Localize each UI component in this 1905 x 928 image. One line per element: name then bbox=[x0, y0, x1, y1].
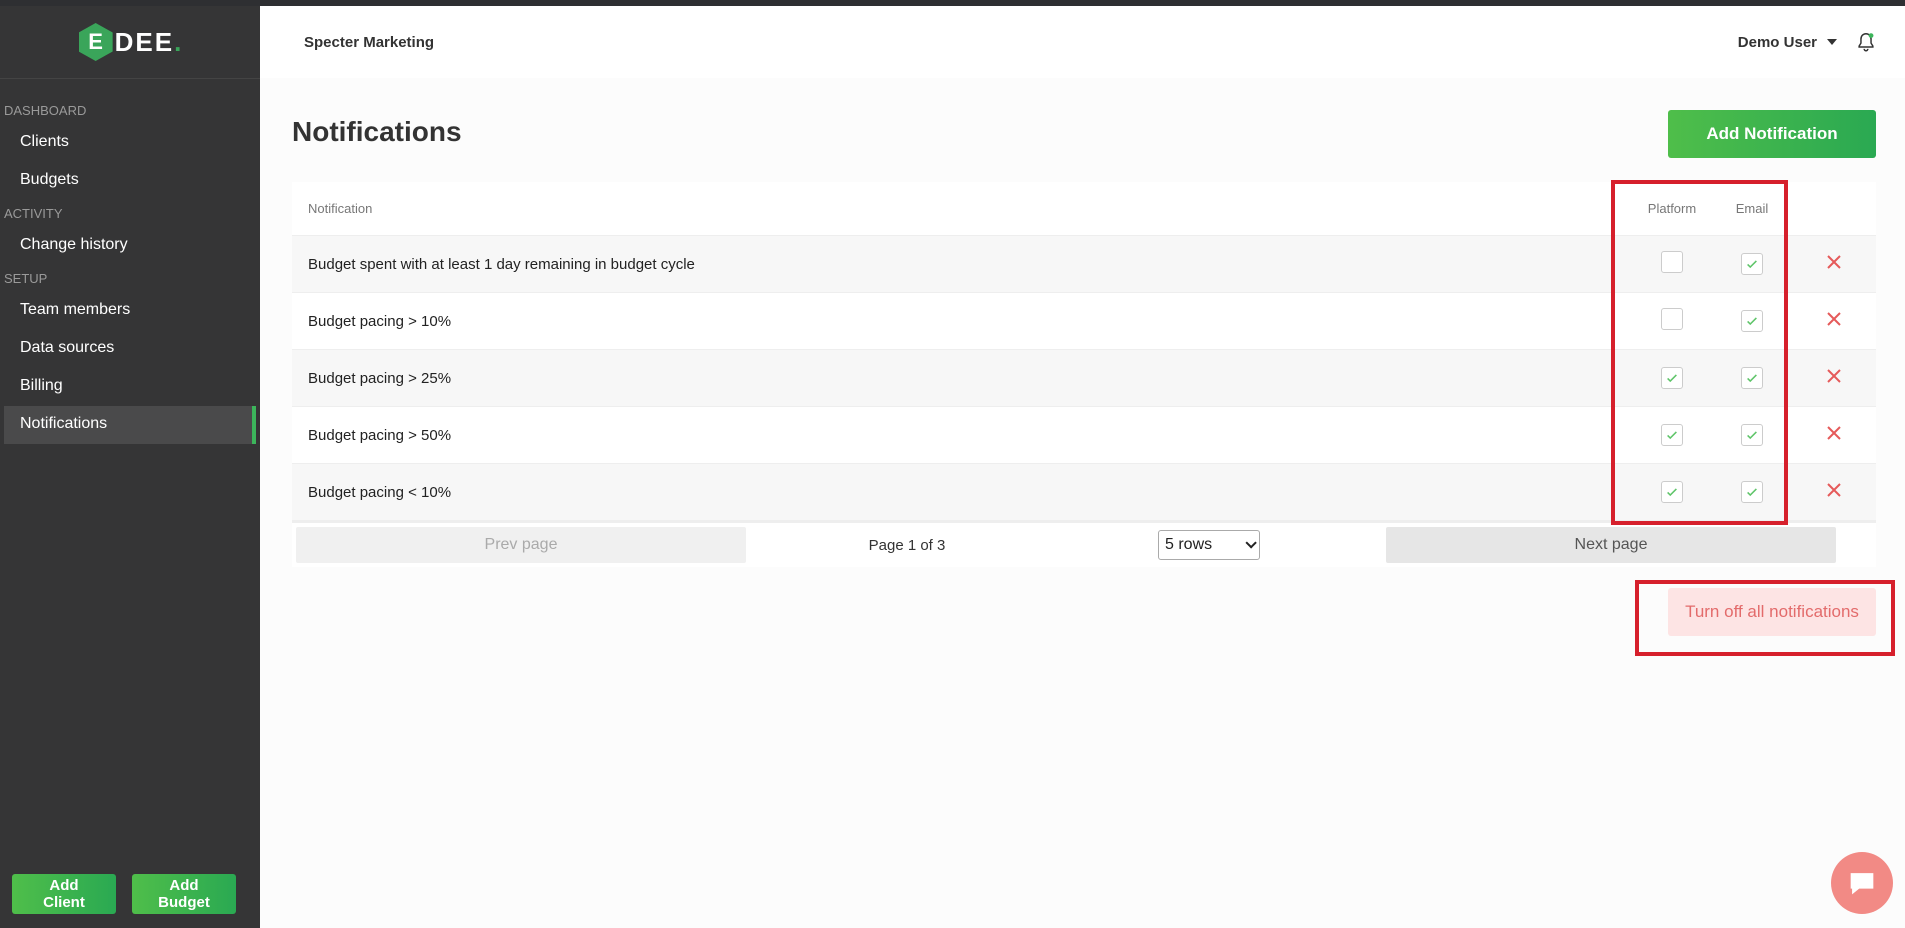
add-budget-button[interactable]: Add Budget bbox=[132, 874, 236, 914]
rows-per-page-select[interactable]: 5 rows bbox=[1158, 530, 1260, 560]
sidebar-item-budgets[interactable]: Budgets bbox=[4, 162, 256, 200]
page-info: Page 1 of 3 bbox=[868, 536, 946, 554]
chat-bubble-icon bbox=[1850, 873, 1874, 895]
logo-hex-icon: E bbox=[78, 23, 113, 61]
nav-section-setup: SETUP bbox=[4, 271, 48, 286]
notification-name: Budget pacing > 25% bbox=[308, 369, 452, 387]
delete-icon[interactable] bbox=[1825, 424, 1843, 442]
delete-icon[interactable] bbox=[1825, 253, 1843, 271]
delete-icon[interactable] bbox=[1825, 481, 1843, 499]
add-client-button[interactable]: Add Client bbox=[12, 874, 116, 914]
sidebar-item-notifications[interactable]: Notifications bbox=[4, 406, 256, 444]
delete-icon[interactable] bbox=[1825, 310, 1843, 328]
prev-page-button[interactable]: Prev page bbox=[296, 527, 746, 563]
pagination: Prev page Page 1 of 3 5 rows Next page bbox=[292, 521, 1876, 567]
sidebar-nav: DASHBOARD Clients Budgets ACTIVITY Chang… bbox=[0, 79, 260, 444]
company-name: Specter Marketing bbox=[304, 33, 435, 51]
page-title: Notifications bbox=[292, 116, 462, 147]
user-menu[interactable]: Demo User bbox=[1738, 34, 1837, 51]
nav-section-activity: ACTIVITY bbox=[4, 206, 63, 221]
sidebar-item-team-members[interactable]: Team members bbox=[4, 292, 256, 330]
logo-text: DEE bbox=[114, 26, 175, 57]
rows-per-page-value: 5 rows bbox=[1165, 536, 1213, 553]
next-page-button[interactable]: Next page bbox=[1386, 527, 1836, 563]
highlight-box-channels bbox=[1611, 180, 1788, 525]
logo[interactable]: E DEE . bbox=[0, 6, 260, 79]
sidebar-item-change-history[interactable]: Change history bbox=[4, 227, 256, 265]
notification-name: Budget pacing > 50% bbox=[308, 426, 452, 444]
nav-section-dashboard: DASHBOARD bbox=[4, 103, 87, 118]
highlight-box-turn-off bbox=[1635, 580, 1895, 656]
sidebar-item-billing[interactable]: Billing bbox=[4, 368, 256, 406]
sidebar-item-clients[interactable]: Clients bbox=[4, 124, 256, 162]
top-header: Specter Marketing Demo User bbox=[260, 6, 1905, 78]
add-notification-button[interactable]: Add Notification bbox=[1668, 110, 1876, 158]
notification-name: Budget pacing > 10% bbox=[308, 312, 452, 330]
user-name: Demo User bbox=[1737, 33, 1817, 51]
chevron-down-icon bbox=[1827, 39, 1837, 45]
delete-icon[interactable] bbox=[1825, 367, 1843, 385]
chat-widget-button[interactable] bbox=[1831, 852, 1893, 914]
sidebar-item-data-sources[interactable]: Data sources bbox=[4, 330, 256, 368]
notification-name: Budget spent with at least 1 day remaini… bbox=[308, 255, 695, 273]
bell-icon[interactable] bbox=[1855, 31, 1877, 53]
notification-name: Budget pacing < 10% bbox=[308, 483, 452, 501]
logo-dot: . bbox=[174, 26, 182, 57]
chevron-down-icon bbox=[1245, 537, 1257, 549]
sidebar: E DEE . DASHBOARD Clients Budgets ACTIVI… bbox=[0, 6, 260, 928]
header-notification: Notification bbox=[308, 201, 373, 216]
